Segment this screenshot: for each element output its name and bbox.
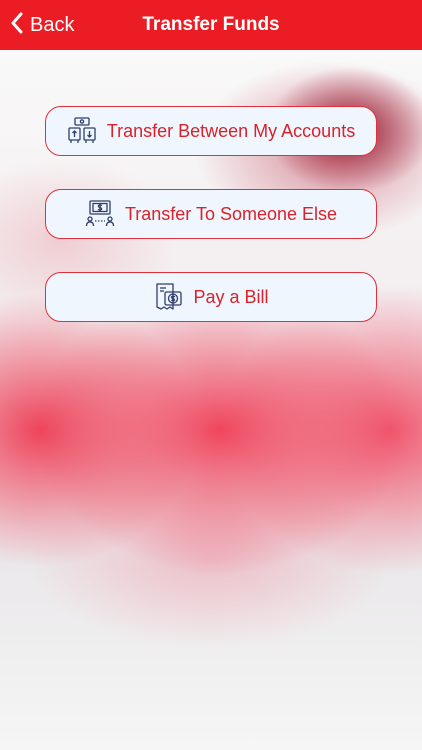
chevron-left-icon: [10, 12, 24, 39]
bill-payment-icon: [153, 282, 183, 312]
transfer-between-my-accounts-button[interactable]: Transfer Between My Accounts: [45, 106, 377, 156]
account-transfer-icon: [67, 116, 97, 146]
transfer-options-list: Transfer Between My Accounts Transfer To…: [45, 106, 377, 355]
back-button[interactable]: Back: [10, 10, 74, 40]
pay-a-bill-button[interactable]: Pay a Bill: [45, 272, 377, 322]
person-to-person-transfer-icon: [85, 199, 115, 229]
option-label: Transfer Between My Accounts: [106, 120, 356, 141]
navigation-bar: Back Transfer Funds: [0, 0, 422, 50]
back-label: Back: [30, 13, 75, 36]
option-label: Transfer To Someone Else: [124, 203, 338, 224]
option-label: Pay a Bill: [193, 286, 269, 307]
transfer-to-someone-else-button[interactable]: Transfer To Someone Else: [45, 189, 377, 239]
